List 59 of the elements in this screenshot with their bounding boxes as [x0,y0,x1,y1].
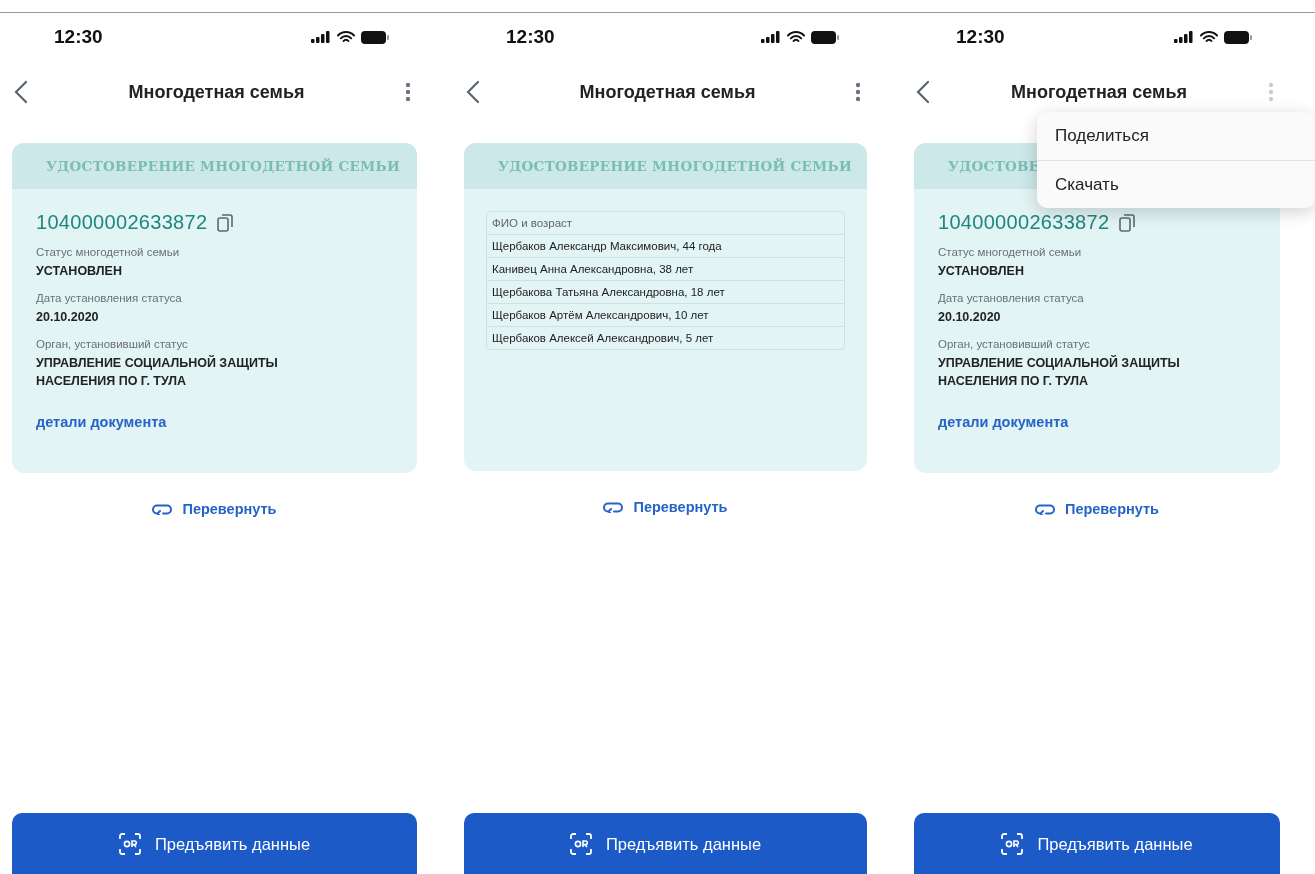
copy-icon[interactable] [217,213,234,232]
more-icon[interactable] [855,82,861,102]
details-link[interactable]: детали документа [938,414,1069,430]
card-header: УДОСТОВЕРЕНИЕ МНОГОДЕТНОЙ СЕМЬИ [12,143,417,189]
signal-icon [311,31,331,43]
status-time: 12:30 [54,26,103,48]
field-label: Дата установления статуса [36,292,183,304]
signal-icon [761,31,781,43]
flip-button[interactable]: Перевернуть [148,497,281,521]
present-data-button[interactable]: Предъявить данные [914,813,1280,874]
wifi-icon [337,30,355,44]
document-number: 104000002633872 [938,211,1110,234]
field-label: Орган, установивший статус [36,338,189,350]
copy-icon[interactable] [1119,213,1136,232]
table-cell: Щербаков Артём Александрович, 10 лет [487,303,844,326]
field-value: 20.10.2020 [36,309,100,326]
more-icon[interactable] [405,82,411,102]
screen-title: Многодетная семья [128,81,305,103]
table-heading: ФИО и возраст [491,216,574,231]
card-header: УДОСТОВЕРЕНИЕ МНОГОДЕТНОЙ СЕМЬИ [464,143,867,189]
table-cell: Щербаков Алексей Александрович, 5 лет [487,326,844,349]
back-icon[interactable] [466,80,480,104]
menu-item[interactable]: Скачать [1037,160,1315,208]
field-value: УСТАНОВЛЕН [938,263,1025,280]
flip-button[interactable]: Перевернуть [599,495,732,519]
screen-title: Многодетная семья [1011,81,1187,103]
present-data-button[interactable]: Предъявить данные [12,813,417,874]
status-time: 12:30 [506,26,555,48]
table-cell: Щербакова Татьяна Александровна, 18 лет [487,280,844,303]
qr-icon [569,833,592,855]
field-value: УПРАВЛЕНИЕ СОЦИАЛЬНОЙ ЗАЩИТЫ НАСЕЛЕНИЯ ПО Г. ТУЛА [36,354,279,390]
signal-icon [1174,31,1194,43]
field-value: 20.10.2020 [938,309,1002,326]
field-value: УПРАВЛЕНИЕ СОЦИАЛЬНОЙ ЗАЩИТЫ НАСЕЛЕНИЯ ПО Г. ТУЛА [938,354,1181,390]
flip-icon [152,503,173,515]
table-cell: Щербаков Александр Максимович, 44 года [487,234,844,257]
battery-icon [361,30,389,44]
back-icon[interactable] [916,80,930,104]
flip-icon [603,501,624,513]
field-label: Статус многодетной семьи [36,246,181,258]
back-icon[interactable] [14,80,28,104]
flip-button[interactable]: Перевернуть [1030,497,1164,521]
field-label: Статус многодетной семьи [938,246,1083,258]
details-link[interactable]: детали документа [36,414,167,430]
battery-icon [1224,30,1252,44]
screen-title: Многодетная семья [579,81,756,103]
flip-icon [1034,503,1055,515]
battery-icon [811,30,839,44]
status-time: 12:30 [956,26,1005,48]
field-label: Дата установления статуса [938,292,1085,304]
present-data-button[interactable]: Предъявить данные [464,813,867,874]
field-value: УСТАНОВЛЕН [36,263,123,280]
wifi-icon [1200,30,1218,44]
qr-icon [118,833,141,855]
document-number: 104000002633872 [36,211,208,234]
table-cell: Канивец Анна Александровна, 38 лет [487,257,844,280]
qr-icon [1001,833,1024,855]
field-label: Орган, установивший статус [938,338,1091,350]
wifi-icon [787,30,805,44]
